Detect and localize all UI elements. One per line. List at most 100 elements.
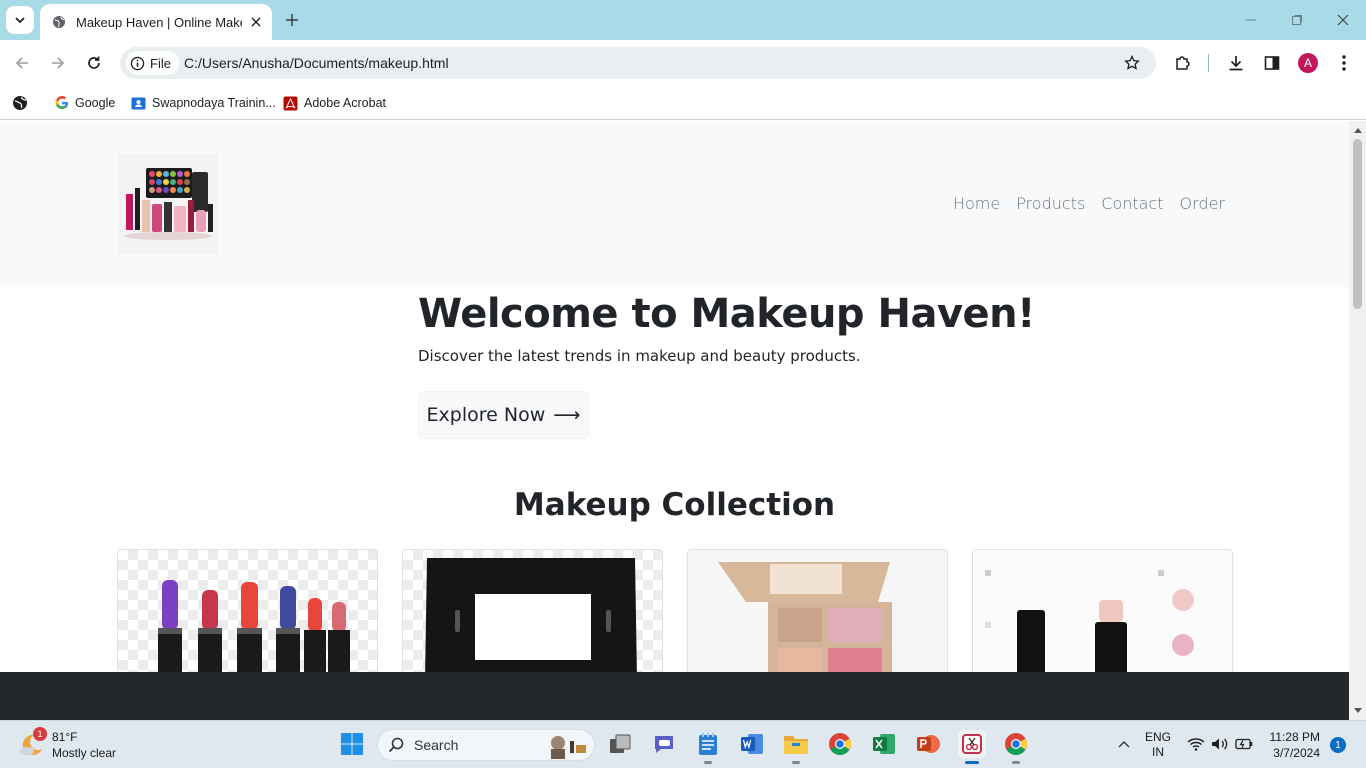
task-view-icon xyxy=(610,734,631,753)
arrow-right-icon xyxy=(52,57,65,69)
weather-desc: Mostly clear xyxy=(52,746,117,760)
taskbar-search-label: Search xyxy=(414,737,459,753)
region-code: IN xyxy=(1152,745,1164,759)
globe-icon xyxy=(13,96,27,110)
downloads-button[interactable] xyxy=(1225,52,1247,74)
profile-avatar[interactable]: A xyxy=(1298,53,1318,73)
tab-title: Makeup Haven | Online Makeup xyxy=(76,14,242,30)
site-logo[interactable] xyxy=(118,154,218,254)
plus-icon xyxy=(286,14,298,26)
url-text[interactable]: C:/Users/Anusha/Documents/makeup.html xyxy=(184,55,449,71)
minimize-icon xyxy=(1246,19,1256,21)
stick-makeup-image xyxy=(985,570,1194,672)
kebab-menu-icon xyxy=(1342,55,1346,71)
google-icon xyxy=(55,96,68,110)
nav-link-home[interactable]: Home xyxy=(953,194,1000,213)
download-icon xyxy=(1229,56,1243,71)
page-scrollbar[interactable] xyxy=(1349,121,1366,720)
product-card[interactable] xyxy=(687,549,948,672)
notification-badge[interactable]: 1 xyxy=(1330,737,1346,753)
search-icon xyxy=(388,737,404,753)
restore-button[interactable] xyxy=(1287,10,1307,30)
forward-button[interactable] xyxy=(46,51,70,75)
scroll-up-icon[interactable] xyxy=(1353,125,1362,135)
product-card[interactable] xyxy=(402,549,663,672)
tab-search-button[interactable] xyxy=(6,6,34,34)
minimize-button[interactable] xyxy=(1241,10,1261,30)
show-hidden-icons-button[interactable] xyxy=(1112,730,1136,758)
wifi-status[interactable] xyxy=(1186,730,1206,758)
bookmark-label: Adobe Acrobat xyxy=(304,96,387,110)
reload-button[interactable] xyxy=(82,51,106,75)
bookmark-label: Swapnodaya Trainin... xyxy=(152,96,276,110)
scroll-down-icon[interactable] xyxy=(1353,706,1362,716)
explore-now-button[interactable]: Explore Now ⟶ xyxy=(418,391,589,439)
puzzle-icon xyxy=(1176,56,1190,70)
page-viewport: Home Products Contact Order Welcome to M… xyxy=(0,121,1349,672)
lipstick-set-image xyxy=(158,580,350,672)
scrollbar-thumb[interactable] xyxy=(1353,139,1362,309)
site-info-chip[interactable]: File xyxy=(126,51,179,75)
reload-icon xyxy=(88,56,100,69)
site-chip-label: File xyxy=(150,55,171,71)
system-clock[interactable]: 11:28 PM 3/7/2024 xyxy=(1268,729,1320,761)
address-bar[interactable]: File C:/Users/Anusha/Documents/makeup.ht… xyxy=(120,47,1156,79)
product-card[interactable] xyxy=(117,549,378,672)
bookmark-swapnodaya[interactable]: Swapnodaya Trainin... xyxy=(131,92,276,114)
snipping-tool-app[interactable] xyxy=(958,730,986,764)
section-title: Makeup Collection xyxy=(513,487,836,523)
chrome-icon xyxy=(829,733,851,755)
site-header: Home Products Contact Order xyxy=(0,121,1349,287)
windows-logo-icon xyxy=(341,733,363,755)
word-icon xyxy=(741,734,763,754)
nav-link-products[interactable]: Products xyxy=(1016,194,1085,213)
weather-widget[interactable]: 1 81°F Mostly clear xyxy=(18,727,117,761)
language-indicator[interactable]: ENG IN xyxy=(1142,730,1174,760)
excel-icon xyxy=(873,734,895,754)
chrome-profile-app[interactable] xyxy=(1002,730,1030,764)
acrobat-icon xyxy=(283,96,298,110)
running-indicator xyxy=(704,761,712,764)
word-app[interactable] xyxy=(738,730,766,758)
close-icon xyxy=(1337,14,1349,26)
star-icon xyxy=(1124,55,1140,70)
chrome-app[interactable] xyxy=(826,730,854,758)
side-panel-button[interactable] xyxy=(1261,52,1283,74)
nav-link-contact[interactable]: Contact xyxy=(1101,194,1163,213)
folder-icon xyxy=(784,736,808,754)
bookmark-star-button[interactable] xyxy=(1122,53,1142,73)
speaker-icon xyxy=(1212,738,1228,750)
nav-link-order[interactable]: Order xyxy=(1180,194,1225,213)
file-explorer-app[interactable] xyxy=(782,730,810,764)
tab-close-icon[interactable] xyxy=(248,14,264,30)
language-code: ENG xyxy=(1144,730,1171,744)
active-indicator xyxy=(965,761,979,764)
task-view-button[interactable] xyxy=(606,730,634,758)
extensions-button[interactable] xyxy=(1172,52,1194,74)
globe-icon xyxy=(52,15,66,29)
bookmark-adobe-acrobat[interactable]: Adobe Acrobat xyxy=(283,92,386,114)
close-window-button[interactable] xyxy=(1333,10,1353,30)
volume-status[interactable] xyxy=(1210,730,1230,758)
weather-temp: 81°F xyxy=(52,730,78,744)
chevron-down-icon xyxy=(15,17,25,24)
powerpoint-icon xyxy=(917,735,940,753)
product-card[interactable] xyxy=(972,549,1233,672)
teams-chat-button[interactable] xyxy=(650,730,678,758)
chat-icon xyxy=(655,736,673,753)
battery-status[interactable] xyxy=(1234,730,1254,758)
tab-active[interactable]: Makeup Haven | Online Makeup xyxy=(40,4,272,40)
new-tab-button[interactable] xyxy=(282,10,302,30)
back-button[interactable] xyxy=(10,51,34,75)
search-highlight-icon xyxy=(551,736,586,759)
bookmark-google[interactable]: Google xyxy=(55,92,115,114)
restore-icon xyxy=(1292,15,1302,25)
bookmark-apps[interactable] xyxy=(12,92,28,114)
browser-menu-button[interactable] xyxy=(1333,52,1355,74)
start-button[interactable] xyxy=(338,730,366,758)
powerpoint-app[interactable] xyxy=(914,730,942,758)
notepad-app[interactable] xyxy=(694,730,722,764)
toolbar-divider xyxy=(1208,54,1209,72)
excel-app[interactable] xyxy=(870,730,898,758)
taskbar-search[interactable]: Search xyxy=(377,729,595,761)
